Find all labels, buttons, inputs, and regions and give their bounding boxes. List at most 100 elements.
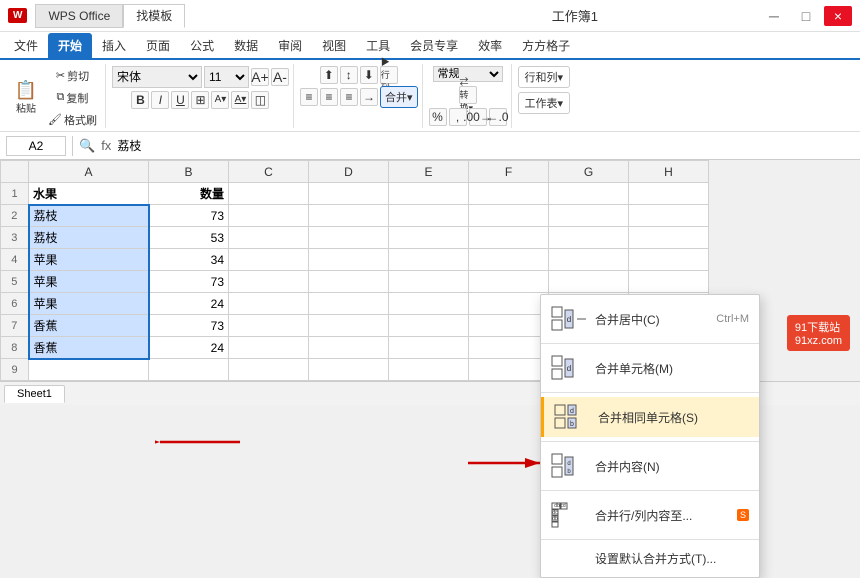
font-family-select[interactable]: 宋体 (112, 66, 202, 88)
underline-button[interactable]: U (171, 91, 189, 109)
cell-c3[interactable] (229, 227, 309, 249)
cell-g5[interactable] (549, 271, 629, 293)
worksheet-button[interactable]: 工作表▾ (518, 92, 571, 114)
cell-d7[interactable] (309, 315, 389, 337)
copy-button[interactable]: ⧉ 复制 (44, 88, 101, 108)
cell-b9[interactable] (149, 359, 229, 381)
tab-page[interactable]: 页面 (136, 33, 180, 58)
cell-b6[interactable]: 24 (149, 293, 229, 315)
cell-f4[interactable] (469, 249, 549, 271)
tab-formula[interactable]: 公式 (180, 33, 224, 58)
title-tab-template[interactable]: 找模板 (123, 4, 185, 28)
cell-e2[interactable] (389, 205, 469, 227)
cell-h4[interactable] (629, 249, 709, 271)
decrease-decimal-button[interactable]: ←.0 (489, 108, 507, 126)
col-header-a[interactable]: A (29, 161, 149, 183)
fill-color-button[interactable]: A▾ (211, 91, 229, 109)
cell-h2[interactable] (629, 205, 709, 227)
col-header-g[interactable]: G (549, 161, 629, 183)
title-tab-wps[interactable]: WPS Office (35, 4, 123, 28)
font-grow-button[interactable]: A+ (251, 68, 269, 86)
cell-e6[interactable] (389, 293, 469, 315)
cell-h3[interactable] (629, 227, 709, 249)
search-formula-icon[interactable]: 🔍 (79, 138, 95, 154)
align-bottom-button[interactable]: ⬇ (360, 66, 378, 84)
cell-d2[interactable] (309, 205, 389, 227)
cell-h1[interactable] (629, 183, 709, 205)
tab-review[interactable]: 审阅 (268, 33, 312, 58)
menu-item-merge-content[interactable]: d b 合并内容(N) (541, 446, 759, 486)
cell-g4[interactable] (549, 249, 629, 271)
tab-insert[interactable]: 插入 (92, 33, 136, 58)
cell-c8[interactable] (229, 337, 309, 359)
cell-c7[interactable] (229, 315, 309, 337)
minimize-button[interactable]: ─ (760, 6, 788, 26)
cell-reference-input[interactable] (6, 136, 66, 156)
align-left-button[interactable]: ≡ (300, 88, 318, 106)
sheet-tab-sheet1[interactable]: Sheet1 (4, 385, 65, 403)
cell-a6[interactable]: 苹果 (29, 293, 149, 315)
cell-b7[interactable]: 73 (149, 315, 229, 337)
tab-file[interactable]: 文件 (4, 33, 48, 58)
tab-view[interactable]: 视图 (312, 33, 356, 58)
wrap-text-button[interactable]: ▶行列 (380, 66, 398, 84)
align-right-button[interactable]: ≡ (340, 88, 358, 106)
cell-f8[interactable] (469, 337, 549, 359)
tab-membership[interactable]: 会员专享 (400, 33, 468, 58)
font-size-select[interactable]: 11 (204, 66, 249, 88)
cell-b2[interactable]: 73 (149, 205, 229, 227)
cell-a5[interactable]: 苹果 (29, 271, 149, 293)
cell-d4[interactable] (309, 249, 389, 271)
cell-e9[interactable] (389, 359, 469, 381)
align-top-button[interactable]: ⬆ (320, 66, 338, 84)
menu-item-set-default[interactable]: 设置默认合并方式(T)... (541, 544, 759, 573)
cell-d6[interactable] (309, 293, 389, 315)
cell-e8[interactable] (389, 337, 469, 359)
tab-fangge[interactable]: 方方格子 (512, 33, 580, 58)
italic-button[interactable]: I (151, 91, 169, 109)
cell-d8[interactable] (309, 337, 389, 359)
cell-f1[interactable] (469, 183, 549, 205)
col-header-b[interactable]: B (149, 161, 229, 183)
col-header-e[interactable]: E (389, 161, 469, 183)
col-header-c[interactable]: C (229, 161, 309, 183)
menu-item-merge-cells[interactable]: d 合并单元格(M) (541, 348, 759, 388)
cell-g3[interactable] (549, 227, 629, 249)
cell-c1[interactable] (229, 183, 309, 205)
cell-c4[interactable] (229, 249, 309, 271)
cell-d5[interactable] (309, 271, 389, 293)
cell-f3[interactable] (469, 227, 549, 249)
cell-a1[interactable]: 水果 (29, 183, 149, 205)
cell-f6[interactable] (469, 293, 549, 315)
font-shrink-button[interactable]: A- (271, 68, 289, 86)
maximize-button[interactable]: □ (792, 6, 820, 26)
cell-a2[interactable]: 荔枝 (29, 205, 149, 227)
cell-f9[interactable] (469, 359, 549, 381)
cell-a3[interactable]: 荔枝 (29, 227, 149, 249)
cell-b5[interactable]: 73 (149, 271, 229, 293)
cell-e7[interactable] (389, 315, 469, 337)
cell-d1[interactable] (309, 183, 389, 205)
align-middle-button[interactable]: ↕ (340, 66, 358, 84)
menu-item-merge-same[interactable]: d b 合并相同单元格(S) (541, 397, 759, 437)
formula-input[interactable] (117, 139, 854, 153)
cell-g1[interactable] (549, 183, 629, 205)
erase-button[interactable]: ◫ (251, 91, 269, 109)
paste-button[interactable]: 📋 粘贴 (10, 79, 42, 117)
format-paint-button[interactable]: 🖌 格式刷 (44, 110, 101, 130)
font-color-button[interactable]: A▾ (231, 91, 249, 109)
tab-data[interactable]: 数据 (224, 33, 268, 58)
cell-e5[interactable] (389, 271, 469, 293)
col-header-d[interactable]: D (309, 161, 389, 183)
row-col-button[interactable]: 行和列▾ (518, 66, 571, 88)
convert-button[interactable]: ⇄转换▾ (459, 86, 477, 104)
cell-f2[interactable] (469, 205, 549, 227)
bold-button[interactable]: B (131, 91, 149, 109)
cell-b1[interactable]: 数量 (149, 183, 229, 205)
cell-e3[interactable] (389, 227, 469, 249)
cell-a8[interactable]: 香蕉 (29, 337, 149, 359)
cell-b3[interactable]: 53 (149, 227, 229, 249)
tab-home[interactable]: 开始 (48, 33, 92, 58)
cell-h5[interactable] (629, 271, 709, 293)
cell-b4[interactable]: 34 (149, 249, 229, 271)
